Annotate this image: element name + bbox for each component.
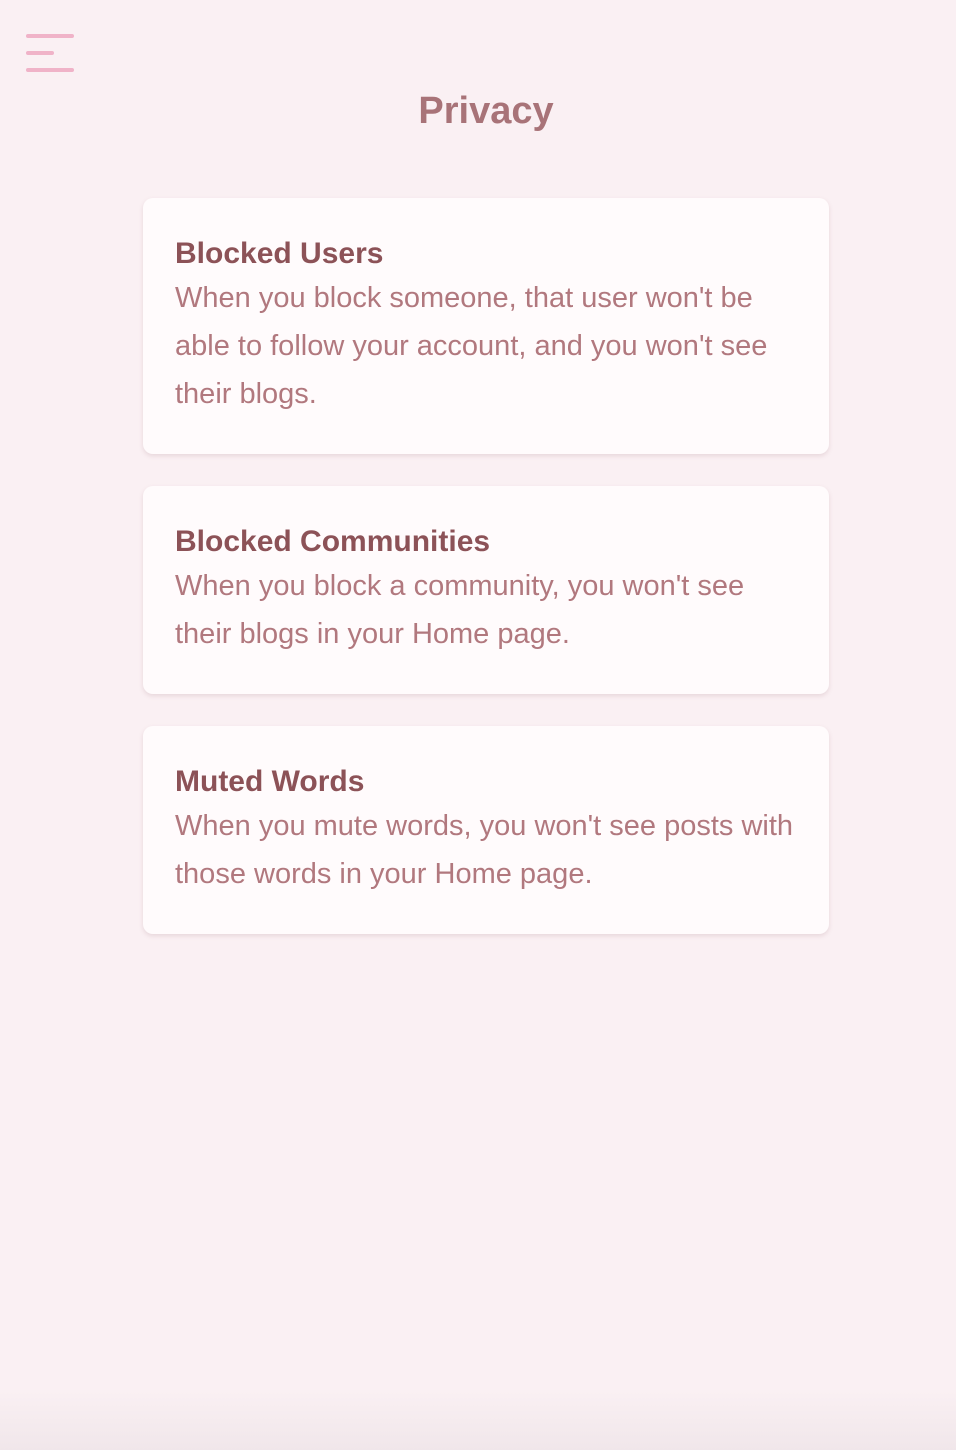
page-title: Privacy xyxy=(418,90,554,132)
blocked-communities-card[interactable]: Blocked Communities When you block a com… xyxy=(143,486,829,694)
hamburger-menu-icon[interactable] xyxy=(26,34,74,74)
menu-line xyxy=(26,68,74,72)
card-description: When you mute words, you won't see posts… xyxy=(175,810,794,890)
card-title: Muted Words xyxy=(175,765,365,798)
bottom-shadow xyxy=(0,1390,956,1450)
menu-line xyxy=(26,34,74,38)
muted-words-card[interactable]: Muted Words When you mute words, you won… xyxy=(143,726,829,934)
menu-line xyxy=(26,51,54,55)
card-title: Blocked Users xyxy=(175,237,384,270)
privacy-options-list: Blocked Users When you block someone, th… xyxy=(143,198,829,966)
card-title: Blocked Communities xyxy=(175,525,491,558)
card-description: When you block someone, that user won't … xyxy=(175,282,768,410)
card-description: When you block a community, you won't se… xyxy=(175,570,745,650)
blocked-users-card[interactable]: Blocked Users When you block someone, th… xyxy=(143,198,829,454)
